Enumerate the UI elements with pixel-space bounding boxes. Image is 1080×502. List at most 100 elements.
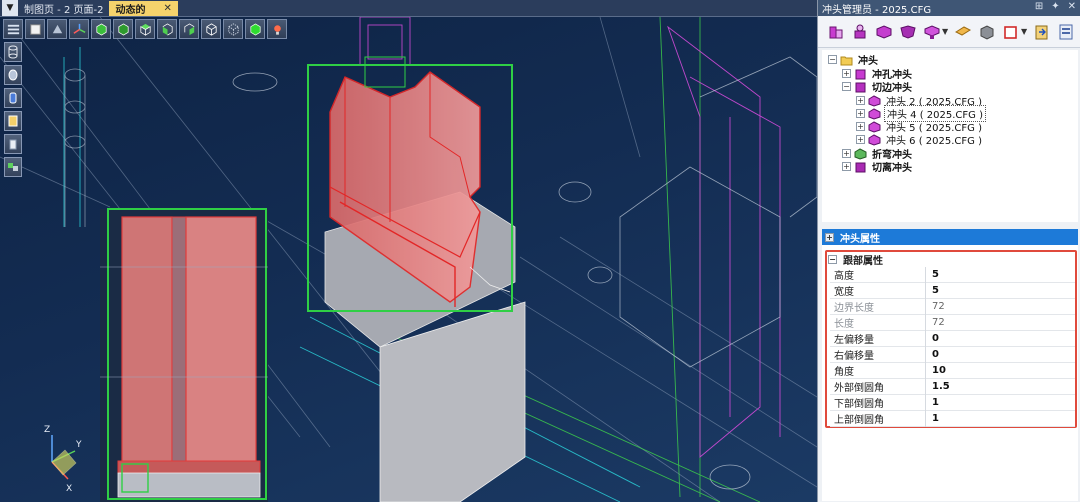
group-label: 跟部属性: [843, 255, 883, 267]
tab-list-dropdown[interactable]: ▼: [2, 0, 18, 16]
3d-viewport[interactable]: ▼ 制图页 - 2 页面-2 动态的 ✕ Z Y X: [0, 0, 817, 502]
property-name: 左偏移量: [830, 330, 926, 347]
tab-drawing-page[interactable]: 制图页 - 2 页面-2: [18, 1, 109, 16]
punch-group-icon: [855, 162, 866, 172]
axis-triad: Z Y X: [44, 425, 82, 494]
expander-icon[interactable]: −: [828, 55, 837, 64]
expander-icon[interactable]: +: [856, 135, 865, 144]
property-boundary-length[interactable]: 边界长度 72: [830, 298, 1075, 315]
property-length[interactable]: 长度 72: [830, 314, 1075, 331]
property-value[interactable]: 1: [926, 413, 939, 424]
property-value[interactable]: 1.5: [926, 381, 950, 392]
property-value[interactable]: 10: [926, 365, 946, 376]
punch-add-icon[interactable]: [826, 21, 846, 43]
punch-group-icon: [855, 82, 866, 92]
property-value[interactable]: 1: [926, 397, 939, 408]
property-left-offset[interactable]: 左偏移量 0: [830, 330, 1075, 347]
expander-icon[interactable]: +: [842, 69, 851, 78]
cube-left-icon[interactable]: [157, 19, 177, 39]
property-value[interactable]: 0: [926, 349, 939, 360]
property-value[interactable]: 0: [926, 333, 939, 344]
property-group-heel[interactable]: − 跟部属性: [828, 253, 883, 267]
shape-disc-icon[interactable]: [4, 65, 22, 85]
expander-icon[interactable]: +: [842, 162, 851, 171]
properties-header[interactable]: + 冲头属性: [822, 229, 1078, 245]
punch-icon: [868, 133, 881, 146]
punch-toolbar: ▼ ▼: [818, 16, 1080, 48]
punch-tree: − 冲头 + 冲孔冲头 − 切边冲头 + 冲头 2 ( 2025.CFG ) +: [822, 50, 1078, 222]
shape-panel-icon[interactable]: [4, 134, 22, 154]
close-icon[interactable]: ✕: [1068, 1, 1076, 12]
punch-group-icon: [855, 69, 866, 79]
cube-tool-icon[interactable]: [977, 21, 997, 43]
tree-root[interactable]: − 冲头: [828, 53, 880, 67]
cube-shaded-icon[interactable]: [245, 19, 265, 39]
cube-wire-icon[interactable]: [223, 19, 243, 39]
punch-manager-panel: 冲头管理员 - 2025.CFG ⊞ ✦ ✕ ▼ ▼ − 冲头 + 冲孔冲头 −…: [817, 0, 1080, 502]
dock-icon[interactable]: ✦: [1051, 1, 1059, 12]
tree-label: 切离冲头: [872, 163, 912, 174]
property-outer-fillet[interactable]: 外部倒圆角 1.5: [830, 378, 1075, 395]
property-name: 宽度: [830, 282, 926, 299]
tab-dynamic[interactable]: 动态的 ✕: [109, 0, 178, 16]
box-dropdown-icon[interactable]: ▼: [1021, 27, 1028, 36]
axis-x-label: X: [66, 484, 72, 494]
property-height[interactable]: 高度 5: [830, 266, 1075, 283]
tree-item-edge-punch[interactable]: − 切边冲头: [842, 80, 914, 94]
expander-icon[interactable]: +: [842, 149, 851, 158]
punch-bend-icon[interactable]: [898, 21, 918, 43]
close-icon[interactable]: ✕: [163, 3, 171, 14]
cube-back-icon[interactable]: [113, 19, 133, 39]
box-select-icon[interactable]: [1001, 21, 1021, 43]
expander-icon[interactable]: +: [856, 109, 865, 118]
tree-item-separate-punch[interactable]: + 切离冲头: [842, 160, 914, 174]
expander-icon[interactable]: −: [828, 254, 837, 264]
left-section-view: [100, 208, 268, 502]
cube-iso-icon[interactable]: [201, 19, 221, 39]
cube-top-icon[interactable]: [135, 19, 155, 39]
expander-icon[interactable]: +: [856, 96, 865, 105]
expander-icon[interactable]: −: [842, 82, 851, 91]
punch-icon: [868, 107, 881, 120]
pin-icon[interactable]: ⊞: [1035, 1, 1043, 12]
view-cube-icon[interactable]: [4, 157, 22, 177]
punch-dropdown-icon[interactable]: ▼: [942, 27, 949, 36]
fit-view-icon[interactable]: [25, 19, 45, 39]
axis-z-label: Z: [44, 425, 50, 435]
punch-edge-icon[interactable]: [874, 21, 894, 43]
light-icon[interactable]: [267, 19, 287, 39]
punch-hole-icon[interactable]: [850, 21, 870, 43]
app-root: ▼ 制图页 - 2 页面-2 动态的 ✕ Z Y X 冲头管理员 - 2025.…: [0, 0, 1080, 502]
tree-label: 冲头 6 ( 2025.CFG ): [886, 136, 982, 147]
tree-label: 冲头: [858, 56, 878, 67]
expander-icon[interactable]: +: [825, 232, 834, 242]
shape-box-icon[interactable]: [4, 111, 22, 131]
shape-tube-icon[interactable]: [4, 88, 22, 108]
property-name: 上部倒圆角: [830, 410, 926, 427]
tree-item-punch-6[interactable]: + 冲头 6 ( 2025.CFG ): [856, 133, 984, 147]
punch-icon: [868, 120, 881, 133]
left-column-wire: [64, 68, 86, 227]
slide-tool-icon[interactable]: [953, 21, 973, 43]
property-angle[interactable]: 角度 10: [830, 362, 1075, 379]
axis-view-icon[interactable]: [69, 19, 89, 39]
property-value: 72: [932, 301, 945, 312]
settings-doc-icon[interactable]: [1056, 21, 1076, 43]
property-width[interactable]: 宽度 5: [830, 282, 1075, 299]
property-bottom-fillet[interactable]: 下部倒圆角 1: [830, 394, 1075, 411]
property-top-fillet[interactable]: 上部倒圆角 1: [830, 410, 1075, 427]
punch-cut-icon[interactable]: [922, 21, 942, 43]
property-right-offset[interactable]: 右偏移量 0: [830, 346, 1075, 363]
expander-icon[interactable]: +: [856, 122, 865, 131]
export-icon[interactable]: [1032, 21, 1052, 43]
property-name: 长度: [830, 314, 926, 331]
pan-view-icon[interactable]: [47, 19, 67, 39]
menu-icon[interactable]: [3, 19, 23, 39]
shape-cylinder-icon[interactable]: [4, 42, 22, 62]
cube-front-icon[interactable]: [91, 19, 111, 39]
property-value[interactable]: 5: [926, 285, 939, 296]
property-value[interactable]: 5: [926, 269, 939, 280]
property-value: 72: [932, 317, 945, 328]
cube-right-icon[interactable]: [179, 19, 199, 39]
property-name: 边界长度: [830, 298, 926, 315]
